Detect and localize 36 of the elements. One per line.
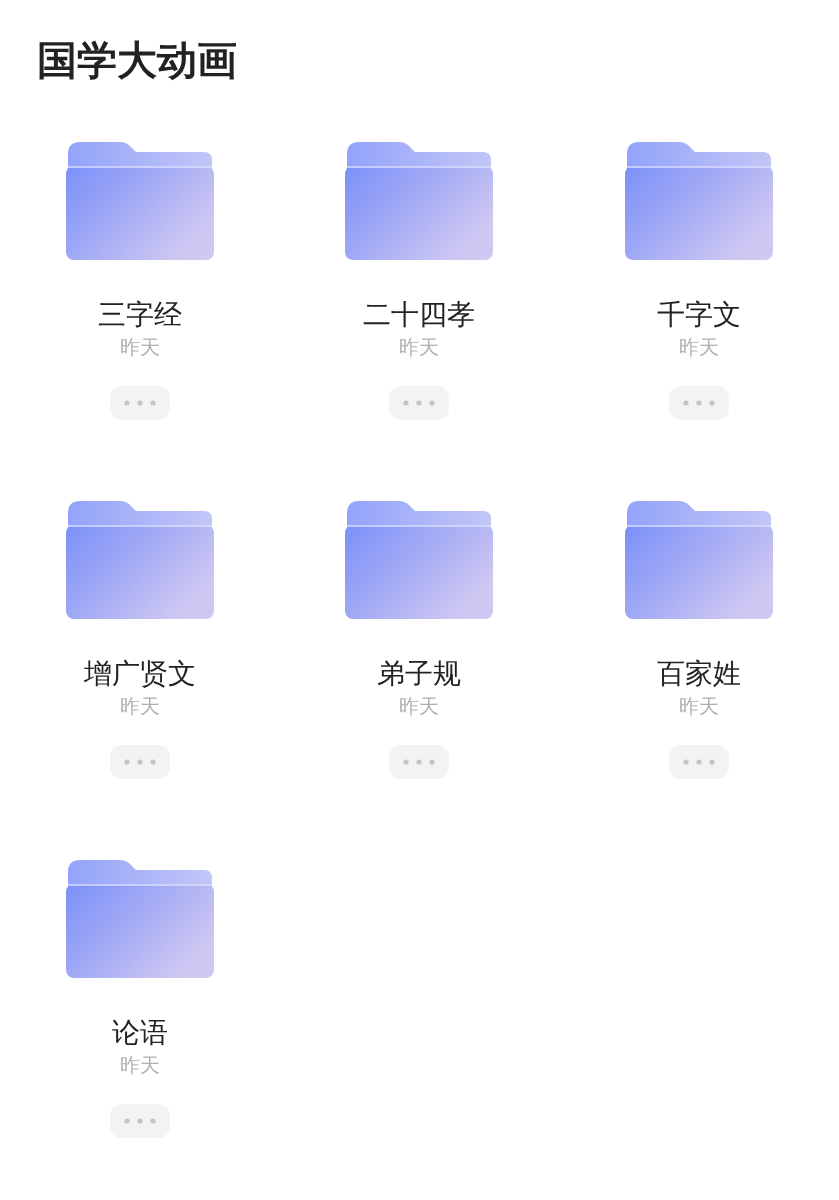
more-icon xyxy=(123,759,156,765)
folder-date: 昨天 xyxy=(119,693,160,719)
more-button[interactable] xyxy=(109,745,170,779)
folder-name: 二十四孝 xyxy=(363,298,476,332)
folder-date: 昨天 xyxy=(399,334,440,360)
folder-name: 论语 xyxy=(111,1016,168,1050)
more-button[interactable] xyxy=(109,386,170,420)
folder-icon[interactable] xyxy=(625,501,774,621)
folder-icon[interactable] xyxy=(65,501,214,621)
more-button[interactable] xyxy=(389,386,450,420)
folder-name: 弟子规 xyxy=(377,657,462,691)
folder-icon[interactable] xyxy=(625,142,774,262)
folder-date: 昨天 xyxy=(399,693,440,719)
folder-icon[interactable] xyxy=(65,142,214,262)
folder-date: 昨天 xyxy=(679,693,720,719)
page-title: 国学大动画 xyxy=(36,36,238,84)
more-icon xyxy=(123,400,156,406)
more-button[interactable] xyxy=(669,745,730,779)
folder-name: 增广贤文 xyxy=(83,657,196,691)
folder-name: 千字文 xyxy=(657,298,742,332)
more-button[interactable] xyxy=(389,745,450,779)
more-icon xyxy=(403,759,436,765)
more-button[interactable] xyxy=(669,386,730,420)
folder-date: 昨天 xyxy=(679,334,720,360)
folder-date: 昨天 xyxy=(119,334,160,360)
folder-name: 百家姓 xyxy=(657,657,742,691)
folder-icon[interactable] xyxy=(345,142,494,262)
more-icon xyxy=(403,400,436,406)
folder-name: 三字经 xyxy=(97,298,182,332)
folder-icon[interactable] xyxy=(345,501,494,621)
folder-icon[interactable] xyxy=(65,860,214,980)
folder-date: 昨天 xyxy=(119,1052,160,1078)
more-icon xyxy=(683,759,716,765)
more-icon xyxy=(123,1118,156,1124)
more-button[interactable] xyxy=(109,1104,170,1138)
more-icon xyxy=(683,400,716,406)
